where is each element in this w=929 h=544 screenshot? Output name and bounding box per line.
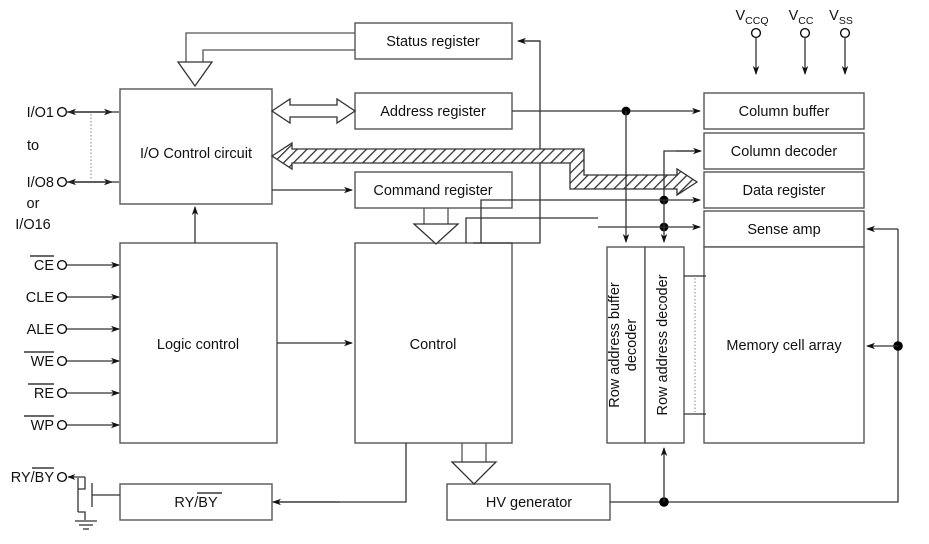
vccq-sub: CCQ: [745, 15, 768, 27]
pin-ry-by[interactable]: [56, 471, 68, 483]
diagram-svg: I/O1 to I/O8 or I/O16 CE CLE ALE WE RE W…: [11, 8, 903, 530]
svg-text:VSS: VSS: [829, 8, 853, 27]
label-io8: I/O8: [27, 175, 54, 191]
vcc-base: V: [789, 8, 799, 24]
label-status-register: Status register: [386, 34, 480, 50]
ryby-suffix: BY: [35, 470, 55, 486]
label-io-to: to: [27, 138, 39, 154]
pin-we[interactable]: [56, 355, 68, 367]
label-data-register: Data register: [742, 183, 825, 199]
svg-text:RY/BY: RY/BY: [174, 495, 218, 511]
label-row-address-decoder: Row address decoder: [655, 274, 671, 415]
label-pin-re: RE: [34, 386, 54, 402]
pin-cle[interactable]: [56, 291, 68, 303]
svg-text:VCCQ: VCCQ: [735, 8, 768, 27]
label-pin-we: WE: [31, 354, 55, 370]
label-command-register: Command register: [373, 183, 492, 199]
ryby-block-suffix: BY: [198, 495, 218, 511]
pin-wp[interactable]: [56, 419, 68, 431]
vcc-sub: CC: [798, 15, 814, 27]
label-logic-control: Logic control: [157, 337, 239, 353]
label-io-or: or: [27, 196, 40, 212]
label-address-register: Address register: [380, 104, 486, 120]
label-pin-ale: ALE: [27, 322, 55, 338]
io-address-bidirectional-arrow: [270, 97, 357, 125]
label-column-decoder: Column decoder: [731, 144, 838, 160]
label-io-control: I/O Control circuit: [140, 146, 252, 162]
power-pin-arrows: [750, 27, 851, 75]
wire-control-to-ryby: [276, 443, 407, 503]
svg-text:VCC: VCC: [789, 8, 814, 27]
pin-ale[interactable]: [56, 323, 68, 335]
label-ry-by-block: RY/BY: [174, 492, 222, 511]
label-row-address-buffer-decoder-line1: Row address buffer: [607, 282, 623, 408]
label-io16: I/O16: [15, 217, 50, 233]
control-pin-labels: CE CLE ALE WE RE WP: [24, 255, 55, 434]
ryby-prefix: RY/: [11, 470, 36, 486]
vccq-base: V: [735, 8, 745, 24]
label-hv-generator: HV generator: [486, 495, 572, 511]
label-memory-cell-array: Memory cell array: [726, 338, 842, 354]
control-pin-wires: [56, 259, 120, 431]
pin-vcc[interactable]: [799, 27, 811, 39]
pin-io1[interactable]: [56, 106, 68, 118]
ry-by-output-transistor: [56, 471, 120, 530]
power-pin-labels: VCCQ VCC VSS: [735, 8, 852, 27]
label-pin-wp: WP: [31, 418, 54, 434]
pin-vccq[interactable]: [750, 27, 762, 39]
label-row-address-buffer-decoder-line2: decoder: [624, 319, 640, 372]
vss-base: V: [829, 8, 839, 24]
block-diagram-canvas: I/O1 to I/O8 or I/O16 CE CLE ALE WE RE W…: [0, 0, 929, 544]
label-sense-amp: Sense amp: [747, 222, 820, 238]
label-io1: I/O1: [27, 105, 54, 121]
pin-ce[interactable]: [56, 259, 68, 271]
svg-text:RY/BY: RY/BY: [11, 470, 55, 486]
vss-sub: SS: [839, 15, 853, 27]
row-decoder-to-array-lines: [684, 275, 706, 415]
control-to-hv-hollow-arrow: [450, 443, 498, 485]
pin-vss[interactable]: [839, 27, 851, 39]
wire-control-to-status: [473, 40, 541, 244]
label-control: Control: [410, 337, 457, 353]
label-column-buffer: Column buffer: [739, 104, 830, 120]
pin-io8[interactable]: [56, 176, 68, 188]
command-to-control-hollow-arrow: [412, 208, 460, 245]
pin-re[interactable]: [56, 387, 68, 399]
label-pin-ce: CE: [34, 258, 54, 274]
ryby-block-prefix: RY/: [174, 495, 199, 511]
wire-sense-to-control: [465, 217, 598, 243]
label-pin-cle: CLE: [26, 290, 55, 306]
status-to-io-hollow-arrow: [176, 32, 355, 88]
label-pin-ry-by: RY/BY: [11, 467, 55, 486]
